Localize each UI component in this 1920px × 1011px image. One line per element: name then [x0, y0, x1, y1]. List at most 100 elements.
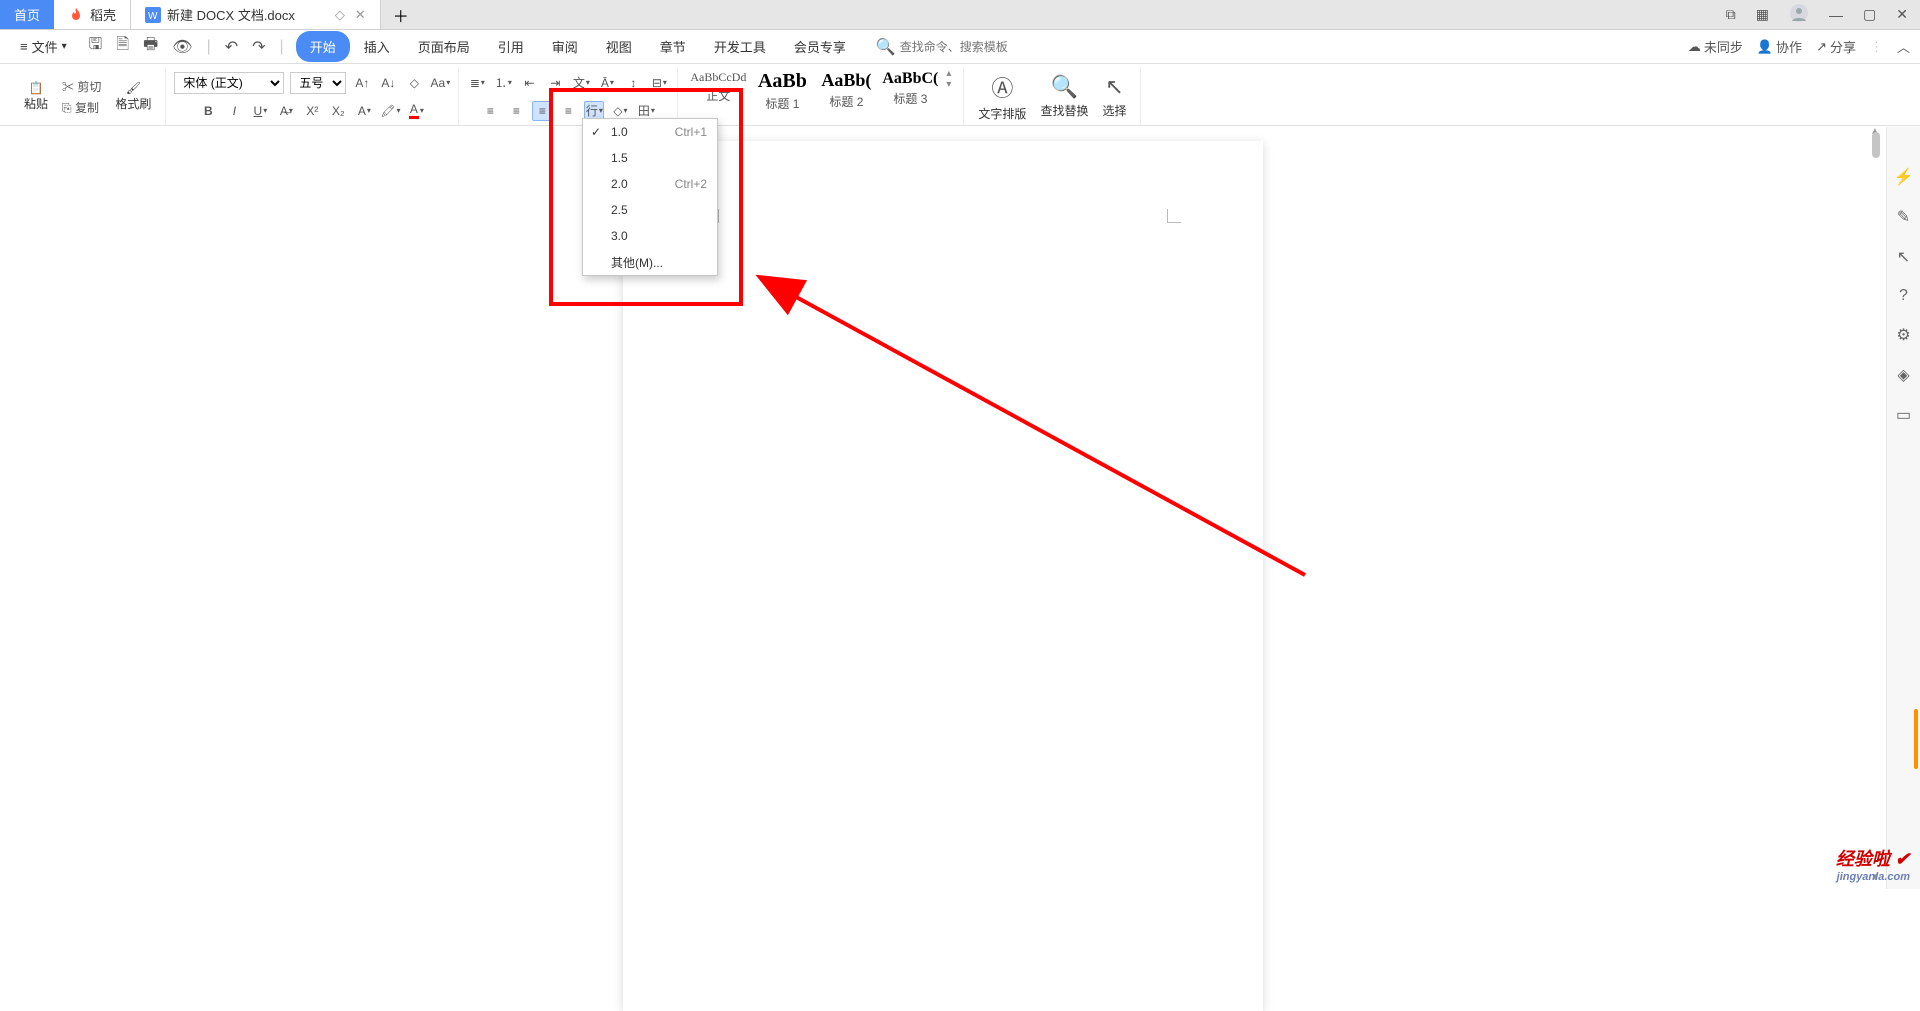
- sidebar-page-icon[interactable]: ▭: [1896, 405, 1911, 425]
- ribbon-tab-references[interactable]: 引用: [484, 31, 538, 62]
- share-button[interactable]: ↗ 分享: [1816, 37, 1856, 56]
- font-color-icon[interactable]: A: [406, 101, 426, 121]
- line-height-btn-icon[interactable]: ↕: [623, 73, 643, 93]
- tab-docke[interactable]: 稻壳: [54, 0, 131, 29]
- font-name-select[interactable]: 宋体 (正文): [174, 72, 284, 94]
- sidebar-pencil-icon[interactable]: ✎: [1897, 207, 1910, 227]
- italic-icon[interactable]: I: [224, 101, 244, 121]
- ribbon-tab-start[interactable]: 开始: [296, 31, 350, 62]
- align-justify-icon[interactable]: ≡: [558, 101, 578, 121]
- apps-icon[interactable]: ▦: [1752, 6, 1773, 23]
- ribbon-tab-dev[interactable]: 开发工具: [700, 31, 780, 62]
- change-case-icon[interactable]: Aa: [430, 73, 450, 93]
- increase-font-icon[interactable]: A↑: [352, 73, 372, 93]
- select-button[interactable]: ↖选择: [1096, 74, 1132, 119]
- increase-indent-icon[interactable]: ⇥: [545, 73, 565, 93]
- tab-docke-label: 稻壳: [90, 5, 116, 24]
- styles-group: AaBbCcDd正文 AaBb标题 1 AaBb(标题 2 AaBbC(标题 3…: [678, 68, 964, 125]
- tab-document[interactable]: W 新建 DOCX 文档.docx ◇ ✕: [131, 0, 381, 29]
- style-h1-preview: AaBb: [750, 70, 814, 93]
- style-h3[interactable]: AaBbC(标题 3: [878, 68, 942, 107]
- superscript-icon[interactable]: X²: [302, 101, 322, 121]
- line-spacing-other[interactable]: 其他(M)...: [583, 249, 717, 275]
- copy-button[interactable]: ⎘ 复制: [62, 99, 101, 116]
- style-h2[interactable]: AaBb(标题 2: [814, 68, 878, 110]
- minimize-button[interactable]: —: [1825, 7, 1847, 23]
- format-brush-button[interactable]: 🖌 格式刷: [109, 81, 157, 112]
- ribbon-tab-review[interactable]: 审阅: [538, 31, 592, 62]
- bold-icon[interactable]: B: [198, 101, 218, 121]
- watermark-text: 经验啦: [1836, 849, 1890, 869]
- sidebar-diamond-icon[interactable]: ◈: [1897, 365, 1909, 385]
- sidebar-cursor-icon[interactable]: ↖: [1897, 247, 1910, 267]
- paste-button[interactable]: 📋 粘贴: [18, 81, 54, 112]
- align-left-icon[interactable]: ≡: [480, 101, 500, 121]
- sidebar-rocket-icon[interactable]: ⚡: [1894, 167, 1914, 187]
- ribbon-tab-chapter[interactable]: 章节: [646, 31, 700, 62]
- watermark: 经验啦 ✔ jingyanla.com: [1836, 845, 1910, 883]
- share-label: 分享: [1830, 37, 1856, 56]
- ribbon-tab-vip[interactable]: 会员专享: [780, 31, 860, 62]
- save-icon[interactable]: 🖫: [85, 31, 107, 62]
- line-spacing-2[interactable]: 2.0Ctrl+2: [583, 171, 717, 197]
- tab-close-icon[interactable]: ✕: [355, 7, 366, 23]
- collab-button[interactable]: 👤 协作: [1757, 37, 1802, 56]
- avatar-icon[interactable]: [1785, 3, 1813, 26]
- ribbon-tab-view[interactable]: 视图: [592, 31, 646, 62]
- decrease-font-icon[interactable]: A↓: [378, 73, 398, 93]
- tab-doc-label: 新建 DOCX 文档.docx: [167, 5, 295, 24]
- highlight-icon[interactable]: 🖍: [380, 101, 400, 121]
- sync-button[interactable]: ☁ 未同步: [1688, 37, 1743, 56]
- command-search[interactable]: 🔍: [876, 37, 1060, 57]
- strike-icon[interactable]: A̶: [276, 101, 296, 121]
- tab-home[interactable]: 首页: [0, 0, 54, 29]
- tab-add-button[interactable]: ＋: [381, 3, 421, 27]
- close-button[interactable]: ✕: [1892, 6, 1912, 23]
- cut-button[interactable]: ✂ 剪切: [62, 78, 101, 95]
- file-menu-label: 文件: [32, 37, 58, 56]
- save-as-icon[interactable]: 🗎: [112, 31, 133, 62]
- align-center-icon[interactable]: ≡: [506, 101, 526, 121]
- bullets-icon[interactable]: ≣: [467, 73, 487, 93]
- style-normal[interactable]: AaBbCcDd正文: [686, 68, 750, 104]
- alignment-group-icon[interactable]: Ā: [597, 73, 617, 93]
- decrease-indent-icon[interactable]: ⇤: [519, 73, 539, 93]
- styles-down-icon[interactable]: ▾: [946, 79, 951, 90]
- underline-icon[interactable]: U: [250, 101, 270, 121]
- redo-icon[interactable]: ↷: [248, 35, 269, 59]
- layout-icon[interactable]: ⧉: [1722, 6, 1740, 23]
- scroll-thumb[interactable]: [1872, 132, 1880, 158]
- text-layout-button[interactable]: Ⓐ文字排版: [972, 71, 1032, 122]
- maximize-button[interactable]: ▢: [1859, 6, 1880, 23]
- find-replace-button[interactable]: 🔍查找替换: [1034, 74, 1094, 119]
- collapse-ribbon-icon[interactable]: ︿: [1897, 37, 1910, 56]
- align-right-icon[interactable]: ≡: [532, 101, 552, 121]
- ribbon-tab-insert[interactable]: 插入: [350, 31, 404, 62]
- tabs-icon[interactable]: ⊟: [649, 73, 669, 93]
- styles-up-icon[interactable]: ▴: [946, 68, 951, 79]
- line-spacing-2-5[interactable]: 2.5: [583, 197, 717, 223]
- file-menu[interactable]: ≡ 文件 ▾: [10, 37, 77, 56]
- clear-format-icon[interactable]: ◇: [404, 73, 424, 93]
- print-icon[interactable]: 🖶: [139, 31, 162, 62]
- numbering-icon[interactable]: ⒈: [493, 73, 513, 93]
- line-spacing-1[interactable]: ✓1.0Ctrl+1: [583, 119, 717, 145]
- ribbon-tab-layout[interactable]: 页面布局: [404, 31, 484, 62]
- subscript-icon[interactable]: X₂: [328, 101, 348, 121]
- preview-icon[interactable]: 👁: [168, 35, 196, 59]
- text-effect-icon[interactable]: A: [354, 101, 374, 121]
- sidebar-help-icon[interactable]: ?: [1899, 287, 1908, 305]
- search-input[interactable]: [900, 40, 1060, 54]
- text-layout-label: 文字排版: [978, 105, 1026, 122]
- sidebar-settings-icon[interactable]: ⚙: [1896, 325, 1910, 345]
- line-spacing-1-5[interactable]: 1.5: [583, 145, 717, 171]
- tab-actions-icon[interactable]: ◇: [335, 7, 345, 23]
- undo-icon[interactable]: ↶: [221, 35, 242, 59]
- document-page[interactable]: [623, 141, 1263, 1011]
- paste-label: 粘贴: [24, 95, 48, 112]
- font-size-select[interactable]: 五号: [290, 72, 346, 94]
- style-h1[interactable]: AaBb标题 1: [750, 68, 814, 112]
- line-spacing-3[interactable]: 3.0: [583, 223, 717, 249]
- vertical-scrollbar[interactable]: ▲ ▼: [1872, 128, 1882, 885]
- text-direction-icon[interactable]: 文: [571, 73, 591, 93]
